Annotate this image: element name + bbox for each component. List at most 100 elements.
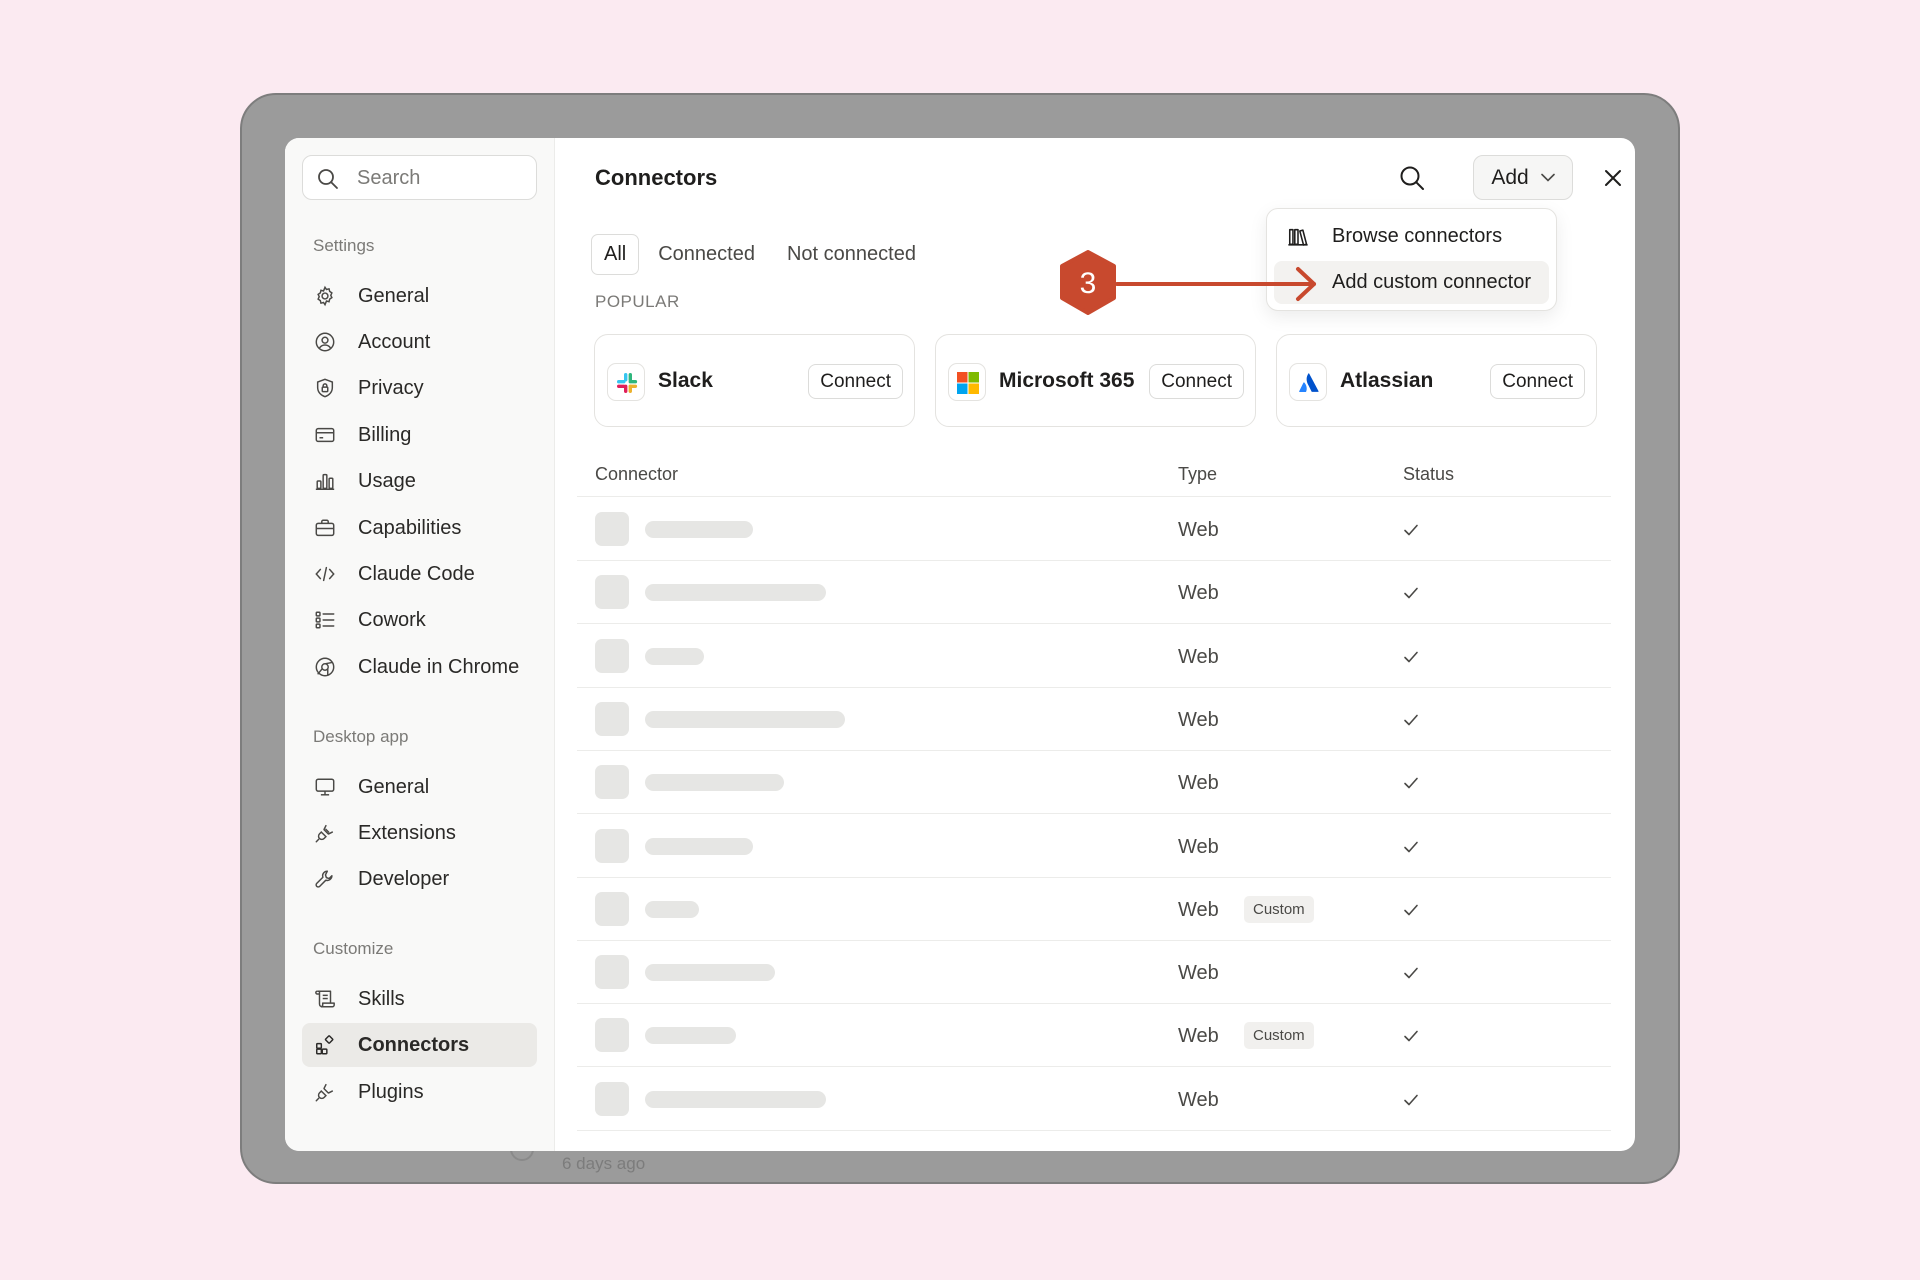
table-row[interactable]: Web (577, 561, 1611, 625)
sidebar-item-account[interactable]: Account (302, 320, 537, 364)
bar-chart-icon (315, 473, 335, 490)
table-row[interactable]: Web (577, 815, 1611, 878)
table-row[interactable]: Web (577, 498, 1611, 561)
search-icon (318, 169, 338, 189)
sidebar-item-label: Claude Code (358, 563, 475, 585)
user-circle-icon (315, 332, 335, 352)
popular-card-atlassian: Atlassian Connect (1276, 334, 1597, 427)
connector-name-placeholder (645, 710, 845, 728)
connector-type: Web (1178, 645, 1219, 668)
card-name: Microsoft 365 (999, 369, 1135, 392)
custom-badge: Custom (1244, 1022, 1314, 1050)
popular-card-microsoft-365: Microsoft 365 Connect (935, 334, 1256, 427)
sidebar-item-general[interactable]: General (302, 274, 537, 318)
scroll-icon (315, 990, 335, 1008)
ghost-timestamp: 6 days ago (562, 1154, 646, 1173)
menu-item-label: Add custom connector (1332, 271, 1531, 293)
step-number: 3 (1080, 267, 1097, 300)
connector-type: Web (1178, 1025, 1219, 1048)
connector-icon-placeholder (595, 1018, 629, 1053)
table-row[interactable]: Web (577, 941, 1611, 1005)
sidebar-item-claude-in-chrome[interactable]: Claude in Chrome (302, 645, 537, 689)
connector-type: Web (1178, 519, 1219, 541)
sidebar-item-skills[interactable]: Skills (302, 977, 537, 1021)
arrow-right-icon (1115, 267, 1316, 301)
sidebar-item-privacy[interactable]: Privacy (302, 366, 537, 410)
sidebar-item-billing[interactable]: Billing (302, 413, 537, 457)
table-row[interactable]: Web Custom (577, 1004, 1611, 1068)
popular-card-slack: Slack Connect (594, 334, 915, 427)
check-icon (1404, 714, 1418, 726)
check-icon (1404, 1031, 1418, 1042)
check-icon (1404, 524, 1418, 536)
sidebar-item-desktop-general[interactable]: General (302, 765, 537, 809)
connector-name-placeholder (645, 584, 826, 602)
connector-icon-placeholder (595, 955, 629, 990)
table-row[interactable]: Web (577, 751, 1611, 815)
menu-item-browse-connectors[interactable]: Browse connectors (1274, 215, 1549, 258)
column-header-status: Status (1403, 464, 1455, 484)
plug-icon (315, 1083, 334, 1102)
connector-type: Web (1178, 835, 1219, 858)
connector-icon-placeholder (595, 765, 629, 800)
connect-button[interactable]: Connect (808, 364, 903, 399)
check-icon (1404, 777, 1418, 789)
connector-icon-placeholder (595, 512, 629, 546)
sidebar-item-developer[interactable]: Developer (302, 857, 537, 901)
chevron-down-icon (1540, 173, 1555, 182)
section-label-desktop-app: Desktop app (313, 727, 409, 746)
page-title: Connectors (595, 165, 718, 190)
checklist-icon (315, 611, 335, 629)
check-icon (1404, 841, 1418, 852)
check-icon (1404, 967, 1418, 979)
monitor-icon (315, 778, 335, 796)
connectors-icon (316, 1035, 334, 1055)
search-icon[interactable] (1397, 163, 1427, 193)
sidebar-item-label: Privacy (358, 377, 424, 399)
connector-name-placeholder (645, 1027, 736, 1045)
connect-button[interactable]: Connect (1490, 364, 1585, 399)
table-row[interactable]: Web Custom (577, 878, 1611, 941)
table-row[interactable]: Web (577, 625, 1611, 688)
popular-heading: POPULAR (595, 292, 680, 311)
tab-all[interactable]: All (591, 234, 640, 275)
sidebar-item-label: Claude in Chrome (358, 656, 520, 678)
connect-button[interactable]: Connect (1149, 364, 1244, 399)
close-icon[interactable] (1600, 165, 1626, 191)
sidebar-item-cowork[interactable]: Cowork (302, 598, 537, 642)
microsoft-logo (948, 363, 986, 401)
sidebar-item-label: Billing (358, 424, 412, 446)
sidebar-item-claude-code[interactable]: Claude Code (302, 552, 537, 596)
sidebar: Settings General Account Privacy Billing… (285, 138, 555, 1151)
section-label-settings: Settings (313, 236, 375, 255)
connector-name-placeholder (645, 900, 699, 918)
table-row[interactable]: Web (577, 688, 1611, 751)
credit-card-icon (315, 427, 335, 443)
sidebar-search[interactable] (302, 155, 537, 200)
slack-logo (607, 363, 645, 401)
sidebar-item-connectors[interactable]: Connectors (302, 1023, 537, 1067)
connector-type: Web (1178, 962, 1219, 985)
sidebar-item-capabilities[interactable]: Capabilities (302, 506, 537, 550)
sidebar-item-plugins[interactable]: Plugins (302, 1070, 537, 1114)
add-button[interactable]: Add (1473, 155, 1573, 200)
sidebar-item-usage[interactable]: Usage (302, 459, 537, 503)
sidebar-item-label: Skills (358, 988, 405, 1010)
sidebar-item-label: Plugins (358, 1081, 424, 1103)
globe-icon (315, 657, 335, 677)
sidebar-item-extensions[interactable]: Extensions (302, 811, 537, 855)
shield-lock-icon (316, 378, 334, 398)
filter-tabs: All Connected Not connected (591, 234, 935, 275)
section-label-customize: Customize (313, 939, 394, 958)
connector-name-placeholder (645, 964, 775, 982)
tab-connected[interactable]: Connected (645, 234, 768, 275)
connector-type: Web (1178, 772, 1219, 795)
slack-icon (617, 373, 638, 393)
search-input[interactable] (357, 165, 527, 191)
check-icon (1404, 651, 1418, 662)
table-row[interactable]: Web (577, 1068, 1611, 1131)
briefcase-icon (315, 519, 335, 537)
sidebar-item-label: Capabilities (358, 517, 462, 539)
sidebar-item-label: Account (358, 331, 431, 353)
tab-not-connected[interactable]: Not connected (774, 234, 929, 275)
